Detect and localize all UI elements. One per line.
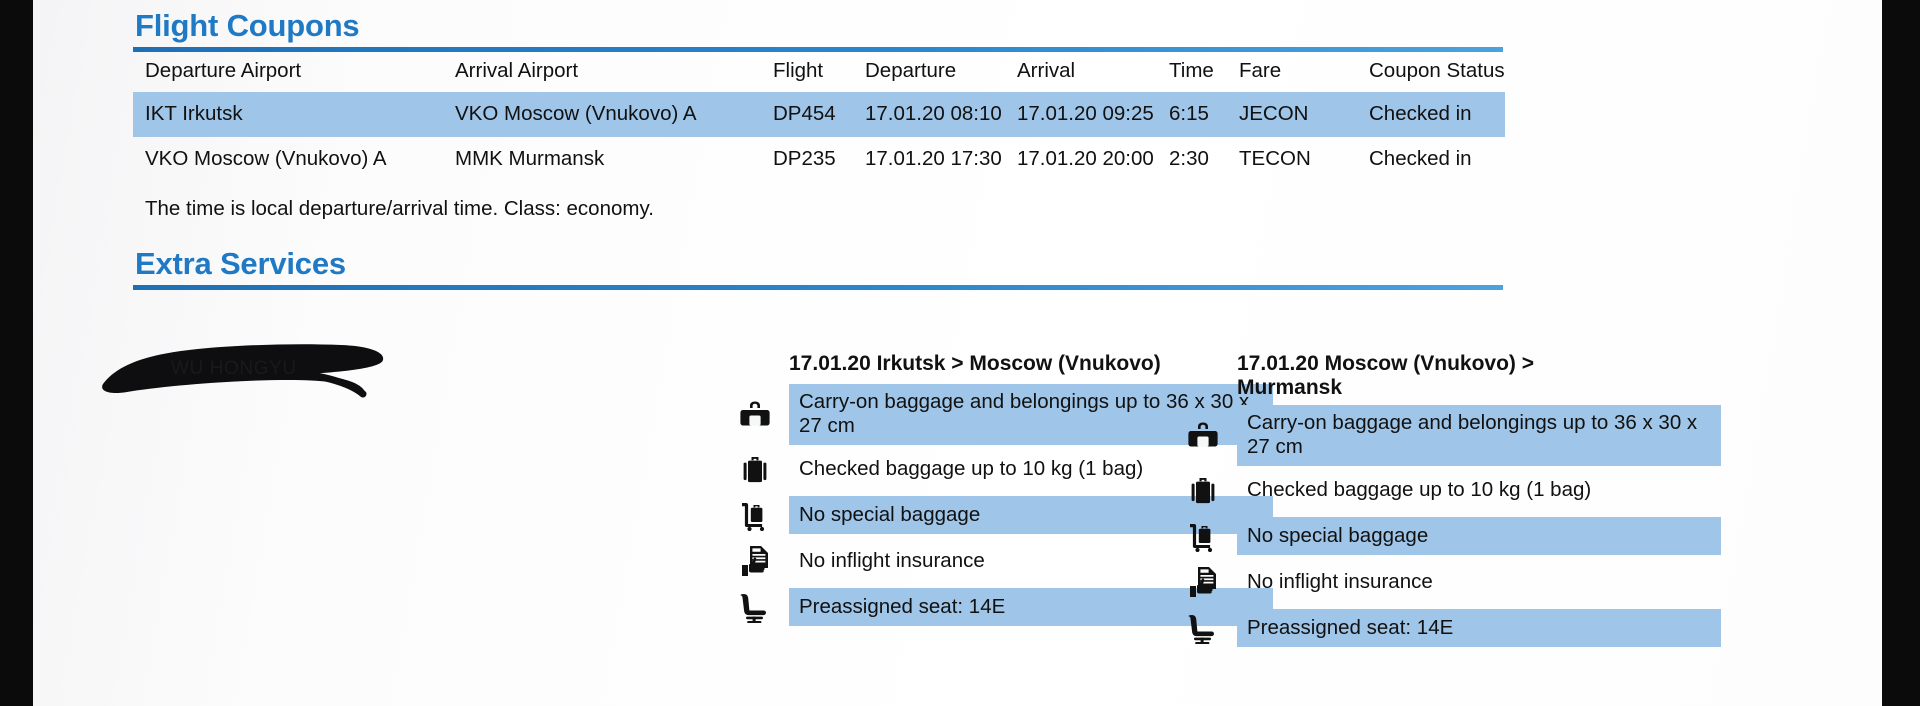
service-label: Preassigned seat: 14E xyxy=(1237,608,1721,647)
cell-arrival-airport: MMK Murmansk xyxy=(455,146,605,170)
column-header-arrival-airport: Arrival Airport xyxy=(455,59,579,82)
service-row: Preassigned seat: 14E xyxy=(1181,606,1721,650)
cell-flight: DP235 xyxy=(773,146,836,170)
cell-arrival-airport: VKO Moscow (Vnukovo) A xyxy=(455,91,773,137)
cell-departure-airport: VKO Moscow (Vnukovo) A xyxy=(145,146,387,170)
screenshot-root: Flight Coupons Departure Airport Arrival… xyxy=(0,0,1920,706)
cell-departure: 17.01.20 17:30 xyxy=(865,146,1002,170)
table-row: IKT Irkutsk VKO Moscow (Vnukovo) A DP454… xyxy=(133,91,1505,137)
redacted-passenger-name: WU HONGYU xyxy=(171,358,297,379)
column-header-time: Time xyxy=(1169,59,1214,82)
baggage-cart-icon xyxy=(733,495,777,535)
cell-time: 6:15 xyxy=(1169,91,1239,137)
column-header-arrival: Arrival xyxy=(1017,59,1076,82)
service-label: No inflight insurance xyxy=(1247,569,1433,593)
column-header-departure-airport: Departure Airport xyxy=(145,59,302,82)
extra-services-column-1: 17.01.20 Moscow (Vnukovo) > Murmansk Car… xyxy=(1181,352,1721,652)
duffel-bag-icon xyxy=(1181,415,1225,455)
column-header-flight: Flight xyxy=(773,59,824,82)
service-row: Checked baggage up to 10 kg (1 bag) xyxy=(1181,468,1721,512)
flight-coupons-note: The time is local departure/arrival time… xyxy=(145,197,654,220)
seat-icon xyxy=(1181,608,1225,648)
cell-fare: TECON xyxy=(1239,146,1311,170)
insurance-document-icon xyxy=(1181,562,1225,602)
flight-coupons-heading: Flight Coupons xyxy=(135,8,360,43)
flight-coupons-table: Departure Airport Arrival Airport Flight… xyxy=(133,52,1505,182)
duffel-bag-icon xyxy=(733,394,777,434)
cell-coupon-status: Checked in xyxy=(1369,91,1505,137)
table-header-row: Departure Airport Arrival Airport Flight… xyxy=(133,52,1505,92)
column-header-departure: Departure xyxy=(865,59,957,82)
cell-fare: JECON xyxy=(1239,91,1369,137)
cell-departure: 17.01.20 08:10 xyxy=(865,91,1017,137)
extra-services-column-heading: 17.01.20 Moscow (Vnukovo) > Murmansk xyxy=(1237,352,1535,400)
service-label: Carry-on baggage and belongings up to 36… xyxy=(1237,404,1721,466)
service-label: Checked baggage up to 10 kg (1 bag) xyxy=(1247,477,1592,501)
service-row: No special baggage xyxy=(1181,514,1721,558)
insurance-document-icon xyxy=(733,541,777,581)
extra-services-heading: Extra Services xyxy=(135,246,346,281)
seat-icon xyxy=(733,587,777,627)
service-label: No special baggage xyxy=(1237,516,1721,555)
cell-departure-airport: IKT Irkutsk xyxy=(133,91,455,137)
service-row: No inflight insurance xyxy=(1181,560,1721,604)
extra-services-divider xyxy=(133,285,1503,290)
left-gutter xyxy=(0,0,33,706)
suitcase-icon xyxy=(1181,470,1225,510)
baggage-cart-icon xyxy=(1181,516,1225,556)
column-header-fare: Fare xyxy=(1239,59,1282,82)
cell-arrival: 17.01.20 20:00 xyxy=(1017,146,1154,170)
cell-time: 2:30 xyxy=(1169,146,1209,170)
service-row: Carry-on baggage and belongings up to 36… xyxy=(1181,404,1721,466)
column-header-coupon-status: Coupon Status xyxy=(1369,59,1505,82)
cell-coupon-status: Checked in xyxy=(1369,146,1472,170)
table-row: VKO Moscow (Vnukovo) A MMK Murmansk DP23… xyxy=(133,137,1505,182)
cell-arrival: 17.01.20 09:25 xyxy=(1017,91,1169,137)
right-gutter xyxy=(1882,0,1920,706)
suitcase-icon xyxy=(733,449,777,489)
cell-flight: DP454 xyxy=(773,91,865,137)
document-page: Flight Coupons Departure Airport Arrival… xyxy=(33,0,1882,706)
